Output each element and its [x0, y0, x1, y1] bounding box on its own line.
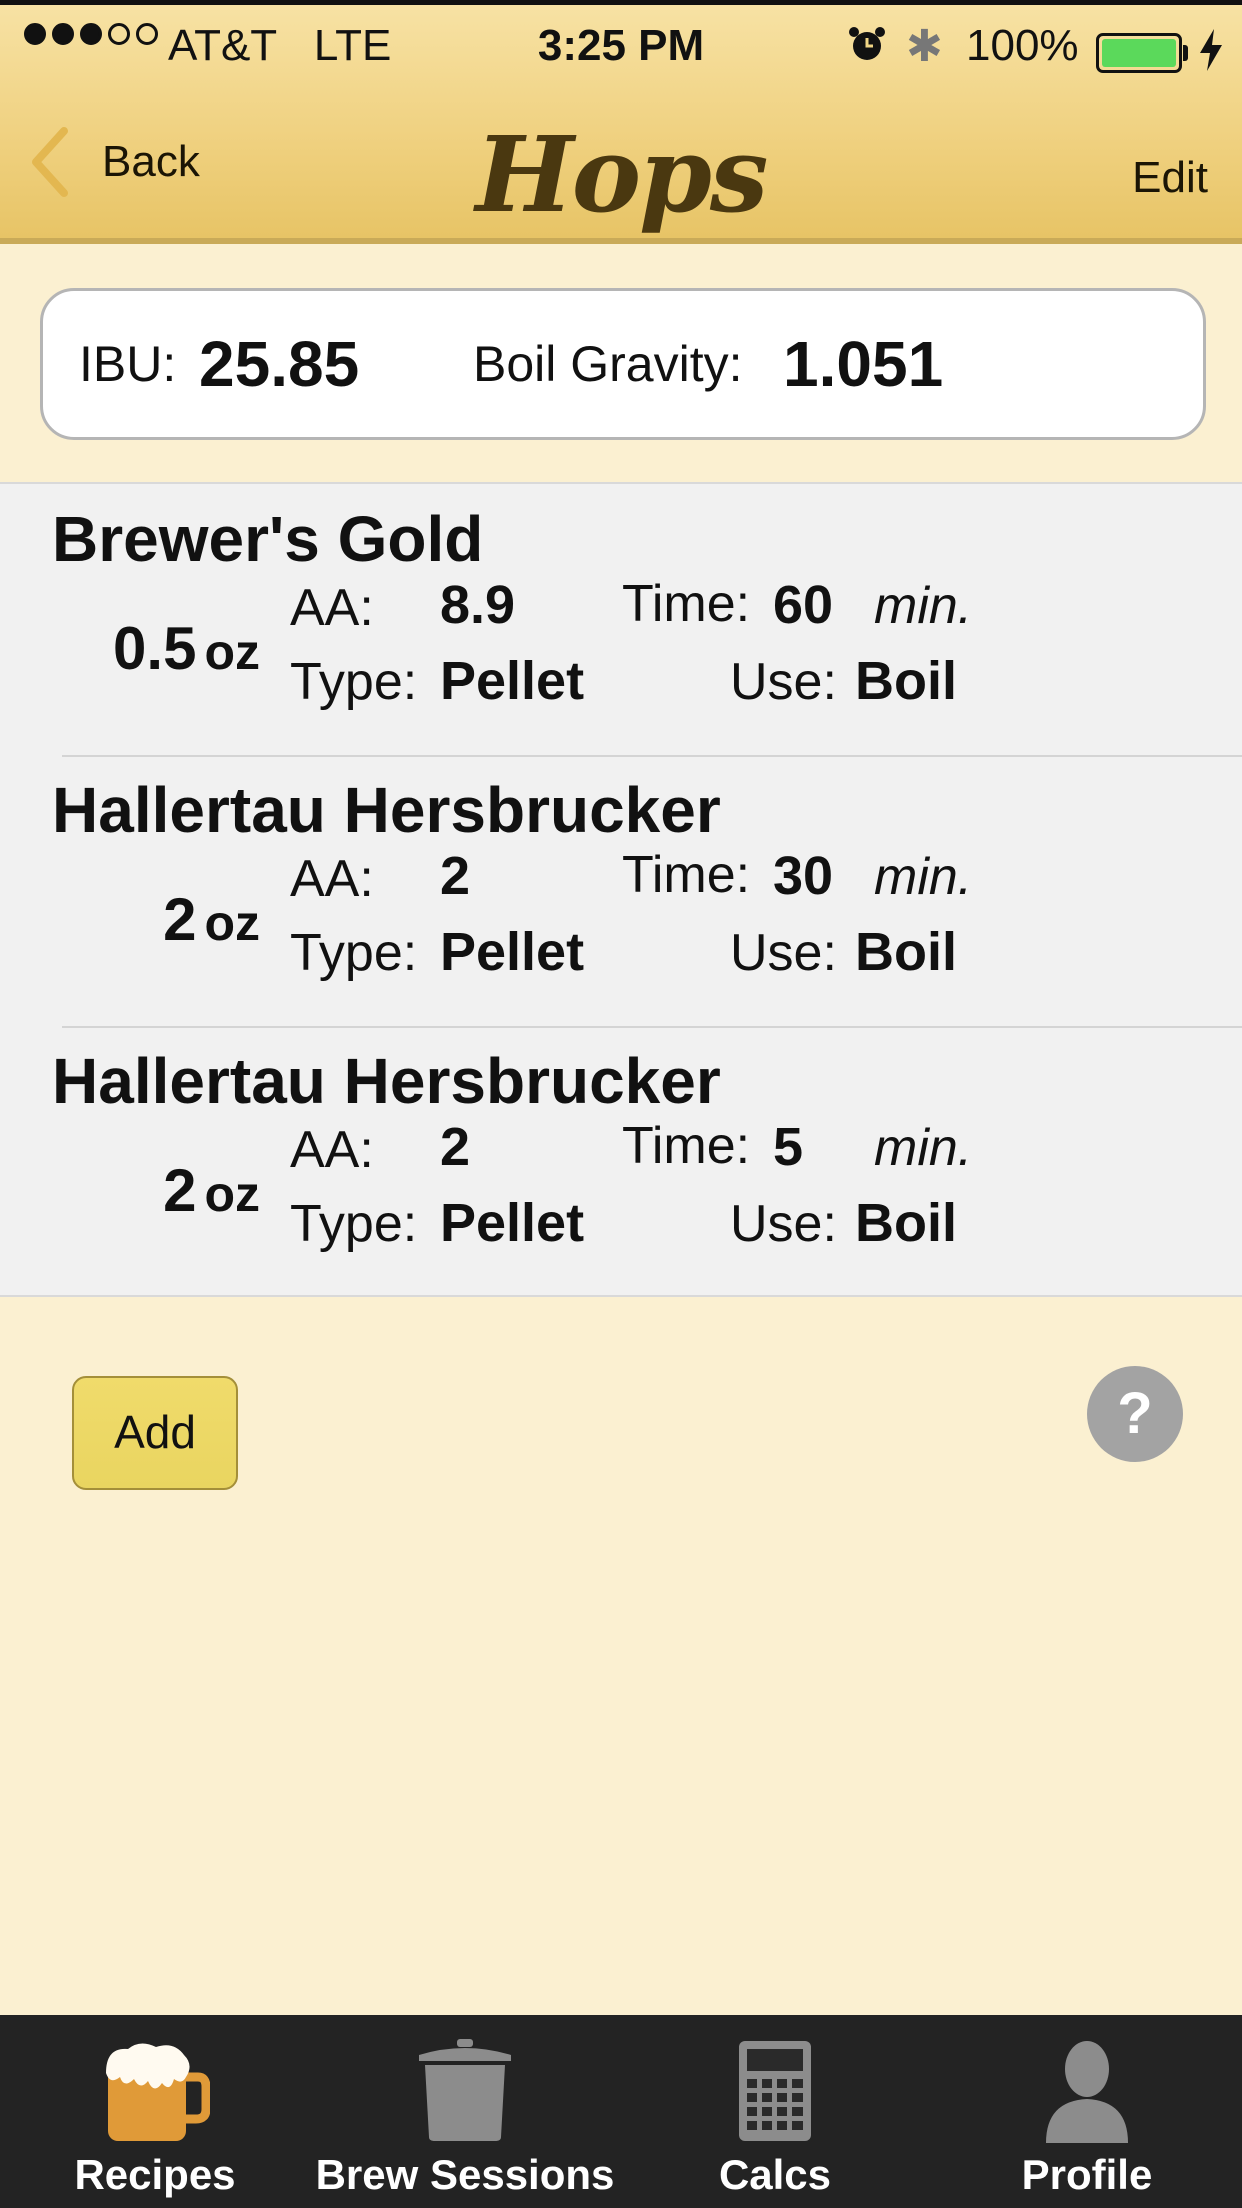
ibu-value: 25.85: [199, 328, 360, 400]
tab-label: Brew Sessions: [315, 2151, 615, 2198]
battery-percent: 100%: [966, 21, 1079, 70]
status-bar: AT&T LTE 3:25 PM ✱ 100%: [0, 15, 1242, 77]
tab-label: Profile: [1021, 2151, 1153, 2198]
type-value: Pellet: [440, 651, 585, 711]
time-unit: min.: [874, 848, 973, 906]
hop-amount: 2 oz: [163, 1156, 260, 1225]
type-label: Type:: [290, 1195, 418, 1253]
tab-label: Calcs: [718, 2151, 832, 2198]
help-button[interactable]: ?: [1087, 1366, 1183, 1462]
aa-label: AA:: [290, 1121, 374, 1179]
type-value: Pellet: [440, 1193, 585, 1253]
tab-recipes[interactable]: Recipes: [0, 2015, 310, 2208]
hop-amount: 2 oz: [163, 885, 260, 954]
time-value: 5: [773, 1117, 804, 1177]
tab-calcs[interactable]: Calcs: [620, 2015, 930, 2208]
add-hop-button[interactable]: Add: [72, 1376, 238, 1490]
bluetooth-icon: ✱: [906, 22, 943, 71]
edit-button[interactable]: Edit: [1132, 153, 1208, 203]
calculator-icon: [739, 2041, 811, 2141]
use-label: Use:: [730, 924, 837, 982]
amount-value: 0.5: [113, 615, 197, 682]
tab-bar: Recipes Brew Sessions Calcs Profile: [0, 2015, 1242, 2208]
hop-row[interactable]: Brewer's Gold 0.5 oz AA: 8.9 Time: 60 min…: [0, 484, 1242, 755]
boil-gravity-label: Boil Gravity:: [473, 336, 743, 392]
beer-mug-icon: [106, 2043, 210, 2141]
hop-name: Hallertau Hersbrucker: [52, 774, 721, 846]
amount-value: 2: [163, 1157, 197, 1224]
time-unit: min.: [874, 1119, 973, 1177]
brew-pot-icon: [419, 2039, 511, 2141]
bitterness-summary-card: IBU: 25.85 Boil Gravity: 1.051: [40, 288, 1206, 440]
time-label: Time:: [622, 575, 751, 633]
tab-profile[interactable]: Profile: [932, 2015, 1242, 2208]
hop-name: Brewer's Gold: [52, 503, 484, 575]
amount-unit: oz: [204, 624, 260, 680]
charging-icon: [1200, 29, 1222, 71]
hop-row[interactable]: Hallertau Hersbrucker 2 oz AA: 2 Time: 5 …: [0, 1026, 1242, 1297]
type-label: Type:: [290, 653, 418, 711]
time-unit: min.: [874, 577, 973, 635]
aa-value: 8.9: [440, 575, 516, 635]
use-label: Use:: [730, 1195, 837, 1253]
boil-gravity-value: 1.051: [783, 328, 944, 400]
aa-value: 2: [440, 1117, 471, 1177]
use-value: Boil: [855, 922, 957, 982]
battery-icon: [1096, 33, 1182, 73]
ibu-label: IBU:: [79, 336, 177, 392]
amount-unit: oz: [204, 1166, 260, 1222]
aa-value: 2: [440, 846, 471, 906]
use-value: Boil: [855, 651, 957, 711]
alarm-icon: [849, 27, 885, 60]
time-value: 60: [773, 575, 834, 635]
time-value: 30: [773, 846, 834, 906]
hop-amount: 0.5 oz: [113, 614, 260, 683]
page-title: Hops: [475, 113, 769, 236]
tab-brew-sessions[interactable]: Brew Sessions: [310, 2015, 620, 2208]
aa-label: AA:: [290, 850, 374, 908]
use-value: Boil: [855, 1193, 957, 1253]
time-label: Time:: [622, 1117, 751, 1175]
hop-name: Hallertau Hersbrucker: [52, 1045, 721, 1117]
type-value: Pellet: [440, 922, 585, 982]
profile-icon: [1046, 2041, 1128, 2143]
hop-row[interactable]: Hallertau Hersbrucker 2 oz AA: 2 Time: 30…: [0, 755, 1242, 1026]
amount-unit: oz: [204, 895, 260, 951]
type-label: Type:: [290, 924, 418, 982]
top-bar: AT&T LTE 3:25 PM ✱ 100% Back Hops Edit: [0, 0, 1242, 244]
battery-tip: [1183, 45, 1188, 61]
tab-label: Recipes: [74, 2151, 236, 2198]
battery-level: [1102, 39, 1176, 67]
hops-list: Brewer's Gold 0.5 oz AA: 8.9 Time: 60 min…: [0, 482, 1242, 1297]
amount-value: 2: [163, 886, 197, 953]
use-label: Use:: [730, 653, 837, 711]
time-label: Time:: [622, 846, 751, 904]
aa-label: AA:: [290, 579, 374, 637]
